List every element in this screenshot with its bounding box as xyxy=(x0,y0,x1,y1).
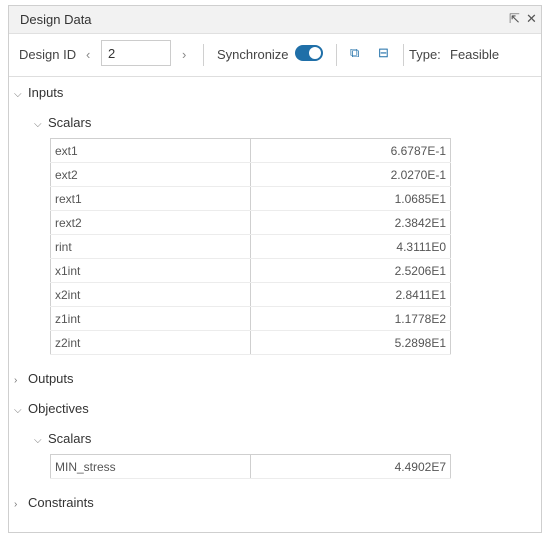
expand-all-icon[interactable]: ⧉ xyxy=(350,45,359,61)
variable-value: 5.2898E1 xyxy=(250,330,451,355)
variable-name: ext1 xyxy=(50,138,251,163)
variable-name: rext1 xyxy=(50,186,251,211)
tree-node-constraints[interactable]: › Constraints xyxy=(14,495,94,510)
variable-value: 4.4902E7 xyxy=(250,454,451,479)
title-bar: Design Data ⇱ ✕ xyxy=(9,6,541,34)
variable-value: 1.1778E2 xyxy=(250,306,451,331)
type-label: Type: xyxy=(409,47,441,62)
close-icon[interactable]: ✕ xyxy=(526,11,537,27)
objectives-scalars-table: MIN_stress 4.4902E7 xyxy=(50,454,451,479)
variable-value: 4.3111E0 xyxy=(250,234,451,259)
toolbar: Design ID ‹ › Synchronize ⧉ ⊟ Type: Feas… xyxy=(9,34,541,77)
popout-icon[interactable]: ⇱ xyxy=(509,11,520,27)
chevron-right-icon: › xyxy=(14,499,18,510)
design-id-label: Design ID xyxy=(19,47,77,62)
variable-name: rint xyxy=(50,234,251,259)
variable-name: ext2 xyxy=(50,162,251,187)
variable-value: 2.8411E1 xyxy=(250,282,451,307)
design-id-input[interactable] xyxy=(101,40,171,66)
variable-name: x1int xyxy=(50,258,251,283)
variable-value: 2.0270E-1 xyxy=(250,162,451,187)
synchronize-toggle[interactable] xyxy=(295,45,323,61)
chevron-down-icon: ⌵ xyxy=(34,119,42,130)
variable-value: 1.0685E1 xyxy=(250,186,451,211)
table-row[interactable]: rint 4.3111E0 xyxy=(50,234,451,259)
table-row[interactable]: ext2 2.0270E-1 xyxy=(50,162,451,187)
divider xyxy=(403,44,404,66)
variable-name: z1int xyxy=(50,306,251,331)
chevron-down-icon: ⌵ xyxy=(14,89,22,100)
tree-node-inputs[interactable]: ⌵ Inputs xyxy=(14,85,63,100)
table-row[interactable]: MIN_stress 4.4902E7 xyxy=(50,454,451,479)
synchronize-label: Synchronize xyxy=(217,47,289,62)
tree-node-outputs[interactable]: › Outputs xyxy=(14,371,74,386)
divider xyxy=(203,44,204,66)
variable-value: 2.3842E1 xyxy=(250,210,451,235)
inputs-scalars-table: ext1 6.6787E-1 ext2 2.0270E-1 rext1 1.0685E1 r… xyxy=(50,138,451,355)
variable-name: MIN_stress xyxy=(50,454,251,479)
chevron-down-icon: ⌵ xyxy=(34,435,42,446)
node-label: Scalars xyxy=(48,115,92,130)
variable-value: 2.5206E1 xyxy=(250,258,451,283)
variable-name: x2int xyxy=(50,282,251,307)
panel-title: Design Data xyxy=(20,12,92,27)
next-design-button[interactable]: › xyxy=(182,47,186,62)
node-label: Constraints xyxy=(28,495,94,510)
variable-name: rext2 xyxy=(50,210,251,235)
variable-value: 6.6787E-1 xyxy=(250,138,451,163)
table-row[interactable]: x2int 2.8411E1 xyxy=(50,282,451,307)
table-row[interactable]: rext1 1.0685E1 xyxy=(50,186,451,211)
node-label: Objectives xyxy=(28,401,89,416)
prev-design-button[interactable]: ‹ xyxy=(86,47,90,62)
node-label: Inputs xyxy=(28,85,64,100)
table-row[interactable]: z2int 5.2898E1 xyxy=(50,330,451,355)
node-label: Outputs xyxy=(28,371,74,386)
tree-node-objectives[interactable]: ⌵ Objectives xyxy=(14,401,89,416)
node-label: Scalars xyxy=(48,431,92,446)
type-value: Feasible xyxy=(450,47,500,62)
collapse-all-icon[interactable]: ⊟ xyxy=(378,45,389,61)
tree-node-inputs-scalars[interactable]: ⌵ Scalars xyxy=(34,115,91,130)
table-row[interactable]: z1int 1.1778E2 xyxy=(50,306,451,331)
table-row[interactable]: x1int 2.5206E1 xyxy=(50,258,451,283)
tree-node-objectives-scalars[interactable]: ⌵ Scalars xyxy=(34,431,91,446)
table-row[interactable]: ext1 6.6787E-1 xyxy=(50,138,451,163)
chevron-down-icon: ⌵ xyxy=(14,405,22,416)
table-row[interactable]: rext2 2.3842E1 xyxy=(50,210,451,235)
variable-name: z2int xyxy=(50,330,251,355)
divider xyxy=(336,44,337,66)
chevron-right-icon: › xyxy=(14,375,18,386)
